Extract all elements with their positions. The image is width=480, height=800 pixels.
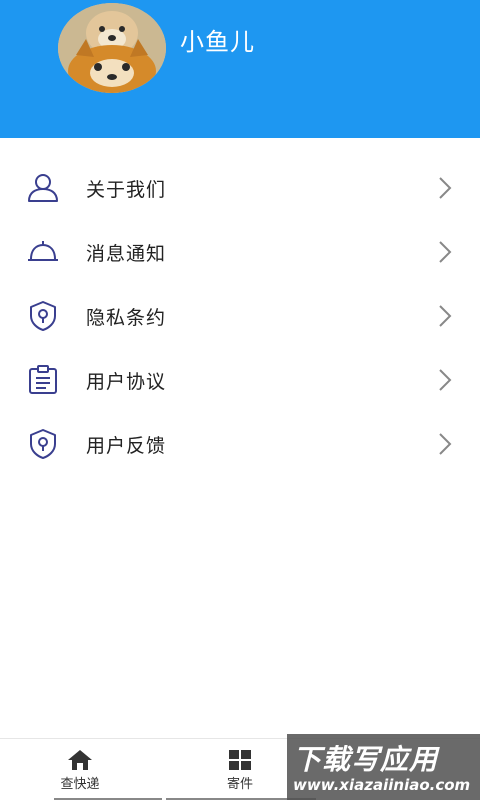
- home-icon: [68, 749, 92, 770]
- menu-item-user-feedback[interactable]: 用户反馈: [0, 412, 480, 476]
- bell-icon: [26, 235, 60, 269]
- nav-tab-label: 查快递: [60, 776, 100, 792]
- menu-item-label: 用户反馈: [86, 434, 167, 457]
- chevron-right-icon: [436, 366, 454, 394]
- profile-page: 小鱼儿 关于我们 消息通知 隐私条约 用户协议 用户反馈 查快递 寄件 下载写应…: [0, 0, 480, 800]
- chevron-right-icon: [436, 174, 454, 202]
- menu-item-about-us[interactable]: 关于我们: [0, 156, 480, 220]
- settings-menu: 关于我们 消息通知 隐私条约 用户协议 用户反馈: [0, 156, 480, 476]
- username: 小鱼儿: [180, 28, 255, 56]
- chevron-right-icon: [436, 238, 454, 266]
- watermark-logo: 下载写应用 www.xiazaiiniao.com: [287, 734, 480, 800]
- chevron-right-icon: [436, 430, 454, 458]
- nav-tab-label: 寄件: [226, 776, 253, 792]
- menu-item-label: 隐私条约: [86, 306, 167, 329]
- menu-item-notifications[interactable]: 消息通知: [0, 220, 480, 284]
- menu-item-label: 消息通知: [86, 242, 167, 265]
- shield-icon: [26, 299, 60, 333]
- nav-tab-send-package[interactable]: 寄件: [200, 739, 280, 800]
- menu-item-privacy-policy[interactable]: 隐私条约: [0, 284, 480, 348]
- menu-item-label: 用户协议: [86, 370, 167, 393]
- watermark-url: www.xiazaiiniao.com: [293, 776, 471, 794]
- menu-item-label: 关于我们: [86, 178, 167, 201]
- menu-item-user-agreement[interactable]: 用户协议: [0, 348, 480, 412]
- watermark-title: 下载写应用: [293, 743, 439, 776]
- profile-header: 小鱼儿: [0, 0, 480, 138]
- chevron-right-icon: [436, 302, 454, 330]
- avatar[interactable]: [58, 3, 166, 93]
- nav-tab-track-express[interactable]: 查快递: [40, 739, 120, 800]
- shield-icon: [26, 427, 60, 461]
- shiba-dog-avatar-icon: [58, 3, 166, 93]
- grid-icon: [229, 749, 251, 770]
- clipboard-icon: [26, 363, 60, 397]
- user-icon: [26, 171, 60, 205]
